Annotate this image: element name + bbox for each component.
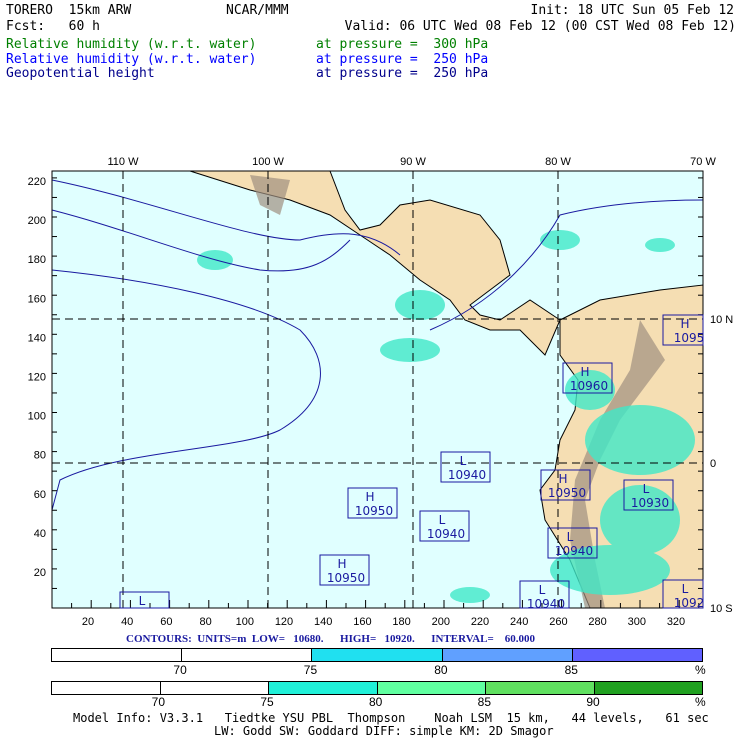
center-value: 10960 xyxy=(570,379,608,393)
grid-x-label: 300 xyxy=(628,616,646,628)
grid-x-label: 280 xyxy=(588,616,606,628)
lon-label: 110 W xyxy=(108,156,140,168)
colorbar-segment xyxy=(52,649,183,661)
grid-y-label: 200 xyxy=(28,215,46,227)
colorbar-rh-250 xyxy=(51,648,703,662)
center-type: H xyxy=(558,472,567,486)
center-type: H xyxy=(680,317,689,331)
center-type: L xyxy=(439,513,446,527)
colorbar-segment xyxy=(160,682,269,694)
grid-x-label: 40 xyxy=(121,616,133,628)
center-type: H xyxy=(365,490,374,504)
grid-y-label: 220 xyxy=(28,176,46,188)
center-value: 10950 xyxy=(327,571,365,585)
colorbar-label: % xyxy=(695,695,706,709)
colorbar-label: 70 xyxy=(173,663,187,677)
center-type: H xyxy=(337,557,346,571)
contour-info: CONTOURS: UNITS=m LOW= 10680. HIGH= 1092… xyxy=(126,633,536,645)
center-value: 10940 xyxy=(555,544,593,558)
center-type: L xyxy=(643,482,650,496)
lon-label: 90 W xyxy=(400,156,426,168)
center-value: 1095 xyxy=(674,331,705,345)
weather-map: 110 W 100 W 90 W 80 W 70 W 10 N 0 10 S 20 40 60 80 1… xyxy=(28,156,734,628)
center-value: 10940 xyxy=(527,597,565,611)
grid-x-label: 100 xyxy=(236,616,254,628)
grid-x-label: 220 xyxy=(471,616,489,628)
colorbar-segment xyxy=(52,682,161,694)
center-type: L xyxy=(567,530,574,544)
grid-y-label: 60 xyxy=(34,489,46,501)
lon-label: 100 W xyxy=(252,156,284,168)
grid-x-label: 80 xyxy=(199,616,211,628)
colorbar-label: 80 xyxy=(369,695,383,709)
grid-x-label: 120 xyxy=(275,616,293,628)
colorbar-segment xyxy=(269,682,378,694)
center-type: L xyxy=(460,454,467,468)
grid-y-label: 20 xyxy=(34,567,46,579)
grid-y-label: 140 xyxy=(28,332,46,344)
center-type: H xyxy=(580,365,589,379)
colorbar-segment xyxy=(182,649,313,661)
grid-y-label: 80 xyxy=(34,450,46,462)
grid-y-label: 180 xyxy=(28,254,46,266)
center-value: 1092 xyxy=(674,596,705,610)
lon-label: 70 W xyxy=(690,156,716,168)
grid-y-label: 40 xyxy=(34,528,46,540)
grid-x-label: 20 xyxy=(82,616,94,628)
colorbar-segment xyxy=(312,649,443,661)
grid-x-label: 160 xyxy=(353,616,371,628)
colorbar-label: 85 xyxy=(564,663,578,677)
grid-x-label: 200 xyxy=(432,616,450,628)
lat-label: 0 xyxy=(710,458,716,470)
center-value: 10950 xyxy=(548,486,586,500)
colorbar-label: % xyxy=(695,663,706,677)
colorbar-label: 80 xyxy=(434,663,448,677)
grid-y-label: 160 xyxy=(28,293,46,305)
grid-x-label: 320 xyxy=(667,616,685,628)
colorbar-segment xyxy=(594,682,702,694)
lat-label: 10 N xyxy=(710,314,733,326)
grid-x-label: 140 xyxy=(314,616,332,628)
center-type: L xyxy=(682,582,689,596)
lat-label: 10 S xyxy=(710,603,733,615)
center-value: 10930 xyxy=(631,496,669,510)
colorbar-segment xyxy=(486,682,595,694)
colorbar-segment xyxy=(442,649,573,661)
center-type: L xyxy=(539,583,546,597)
colorbar-label: 90 xyxy=(586,695,600,709)
colorbar-segment xyxy=(377,682,486,694)
colorbar-segment xyxy=(572,649,703,661)
grid-x-label: 60 xyxy=(160,616,172,628)
colorbar-label: 70 xyxy=(151,695,166,709)
colorbar-label: 75 xyxy=(260,695,274,709)
grid-x-label: 180 xyxy=(392,616,410,628)
grid-y-label: 100 xyxy=(28,411,46,423)
center-value: 10940 xyxy=(427,527,465,541)
physics-info: LW: Godd SW: Goddard DIFF: simple KM: 2D… xyxy=(214,724,554,738)
grid-y-label: 120 xyxy=(28,372,46,384)
colorbar-rh-300 xyxy=(51,681,703,695)
colorbar-label: 75 xyxy=(303,663,318,677)
center-value: 10950 xyxy=(355,504,393,518)
center-value: 10940 xyxy=(448,468,486,482)
colorbar-label: 85 xyxy=(477,695,492,709)
grid-x-label: 240 xyxy=(510,616,528,628)
center-type: L xyxy=(139,594,146,608)
lon-label: 80 W xyxy=(545,156,571,168)
grid-x-label: 260 xyxy=(549,616,567,628)
